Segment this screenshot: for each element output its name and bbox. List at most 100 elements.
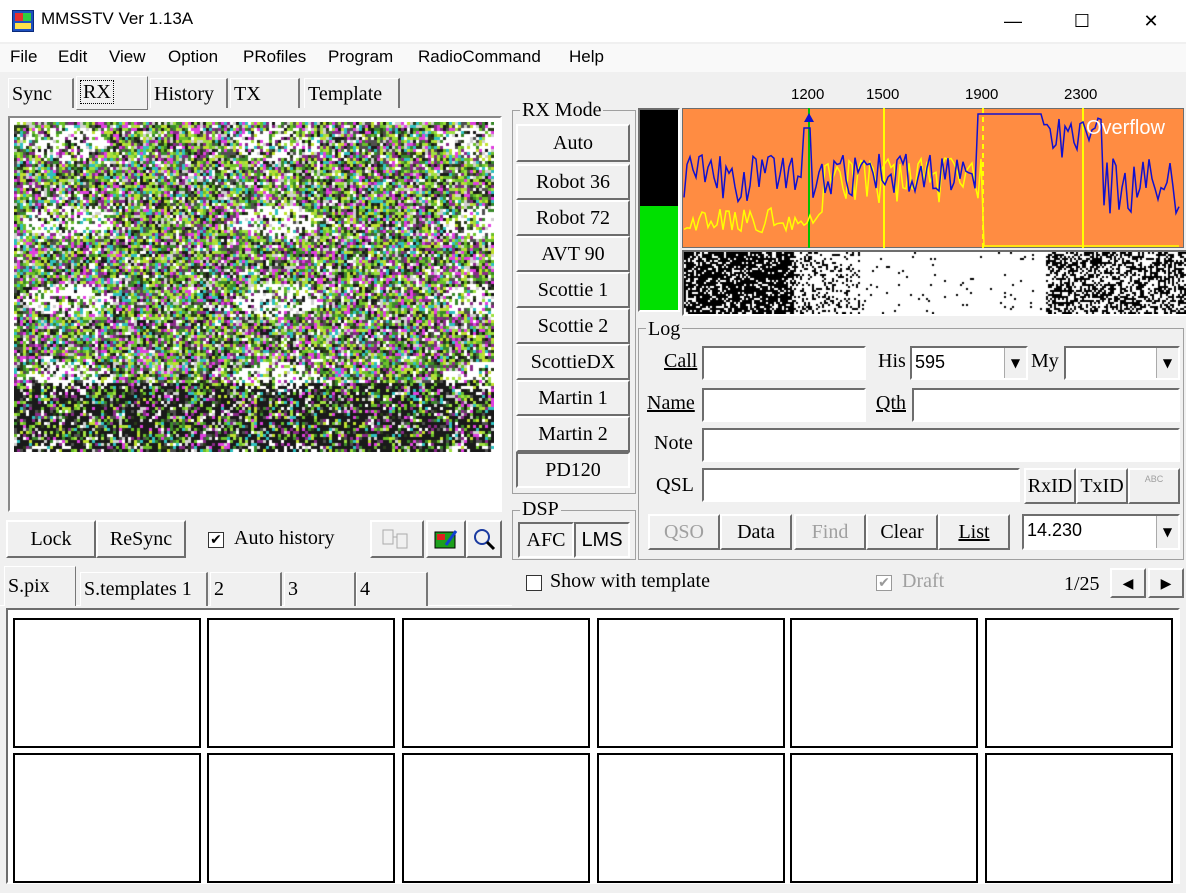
- thumbnail-slot[interactable]: [402, 618, 590, 748]
- qso-button[interactable]: QSO: [648, 514, 720, 550]
- data-button[interactable]: Data: [720, 514, 792, 550]
- zoom-button[interactable]: [466, 520, 502, 558]
- mode-scottiedx-button[interactable]: ScottieDX: [516, 344, 630, 380]
- thumbnail-slot[interactable]: [985, 618, 1173, 748]
- thumbnail-slot[interactable]: [790, 618, 978, 748]
- his-dropdown-icon[interactable]: ▼: [1004, 348, 1026, 378]
- list-button[interactable]: List: [938, 514, 1010, 550]
- mode-martin-2-button[interactable]: Martin 2: [516, 416, 630, 452]
- tab-sync[interactable]: Sync: [8, 78, 74, 108]
- menu-bar: File Edit View Option PRofiles Program R…: [0, 44, 1186, 72]
- mode-robot-72-button[interactable]: Robot 72: [516, 200, 630, 236]
- qth-field[interactable]: [912, 388, 1180, 422]
- mode-pd120-button[interactable]: PD120: [516, 452, 630, 488]
- mode-scottie-2-button[interactable]: Scottie 2: [516, 308, 630, 344]
- note-field[interactable]: [702, 428, 1180, 462]
- call-field[interactable]: [702, 346, 866, 380]
- abc-button[interactable]: ABC: [1128, 468, 1180, 504]
- list-button-label: List: [958, 520, 990, 543]
- my-combobox[interactable]: ▼: [1064, 346, 1180, 380]
- mode-auto-button[interactable]: Auto: [516, 124, 630, 162]
- minimize-button[interactable]: —: [978, 0, 1048, 42]
- next-page-button[interactable]: ▶: [1148, 568, 1184, 598]
- menu-file[interactable]: File: [10, 47, 37, 67]
- tab-stemplates-1[interactable]: S.templates 1: [80, 572, 208, 606]
- title-bar: MMSSTV Ver 1.13A — ☐ ✕: [0, 0, 1186, 42]
- tick-1900: 1900: [965, 86, 999, 103]
- txid-button[interactable]: TxID: [1076, 468, 1128, 504]
- spectrum-display[interactable]: Overflow: [682, 108, 1184, 248]
- tab-history[interactable]: History: [150, 78, 228, 108]
- rx-mode-label: RX Mode: [520, 99, 604, 122]
- menu-program[interactable]: Program: [328, 47, 393, 67]
- his-label: His: [878, 350, 906, 372]
- menu-option[interactable]: Option: [168, 47, 218, 67]
- tick-1200: 1200: [791, 86, 825, 103]
- thumbnail-slot[interactable]: [597, 618, 785, 748]
- thumbnail-slot[interactable]: [207, 618, 395, 748]
- my-dropdown-icon[interactable]: ▼: [1156, 348, 1178, 378]
- thumbnail-slot[interactable]: [985, 753, 1173, 883]
- auto-history-checkbox[interactable]: ✔: [208, 532, 224, 548]
- tab-spix[interactable]: S.pix: [4, 566, 76, 606]
- mode-robot-36-button[interactable]: Robot 36: [516, 164, 630, 200]
- resync-button[interactable]: ReSync: [96, 520, 186, 558]
- frequency-combobox[interactable]: 14.230 ▼: [1022, 514, 1180, 550]
- tab-rx[interactable]: RX: [76, 76, 148, 110]
- thumbnail-slot[interactable]: [402, 753, 590, 883]
- close-button[interactable]: ✕: [1116, 0, 1186, 42]
- tab-stemplates-3[interactable]: 3: [284, 572, 356, 606]
- waterfall-display[interactable]: [682, 250, 1186, 316]
- thumbnail-slot[interactable]: [13, 753, 201, 883]
- frequency-dropdown-icon[interactable]: ▼: [1156, 516, 1178, 548]
- level-meter: [638, 108, 680, 312]
- show-with-template-label: Show with template: [550, 570, 710, 592]
- tab-template[interactable]: Template: [304, 78, 400, 108]
- menu-edit[interactable]: Edit: [58, 47, 87, 67]
- qth-label: Qth: [876, 392, 906, 414]
- mode-scottie-1-button[interactable]: Scottie 1: [516, 272, 630, 308]
- prev-page-button[interactable]: ◀: [1110, 568, 1146, 598]
- find-button[interactable]: Find: [794, 514, 866, 550]
- menu-help[interactable]: Help: [569, 47, 604, 67]
- qsl-field[interactable]: [702, 468, 1020, 502]
- abc-button-label: ABC: [1144, 474, 1164, 484]
- image-edit-button[interactable]: [426, 520, 466, 558]
- tab-stemplates-4[interactable]: 4: [356, 572, 428, 606]
- copy-icon: [382, 529, 408, 549]
- mode-martin-1-button[interactable]: Martin 1: [516, 380, 630, 416]
- tab-stemplates-2[interactable]: 2: [210, 572, 282, 606]
- mode-avt-90-button[interactable]: AVT 90: [516, 236, 630, 272]
- draft-checkbox[interactable]: ✔: [876, 575, 892, 591]
- app-icon: [12, 10, 34, 32]
- rxid-button[interactable]: RxID: [1024, 468, 1076, 504]
- name-label-text: Name: [647, 392, 695, 414]
- tick-2300: 2300: [1064, 86, 1098, 103]
- image-edit-icon: [434, 530, 458, 549]
- level-meter-fill: [640, 206, 678, 310]
- thumbnail-slot[interactable]: [597, 753, 785, 883]
- frequency-value: 14.230: [1027, 520, 1083, 540]
- menu-radiocommand[interactable]: RadioCommand: [418, 47, 541, 67]
- show-with-template-checkbox[interactable]: [526, 575, 542, 591]
- lock-button[interactable]: Lock: [6, 520, 96, 558]
- tab-tx[interactable]: TX: [230, 78, 300, 108]
- menu-view[interactable]: View: [109, 47, 146, 67]
- thumbnail-slot[interactable]: [790, 753, 978, 883]
- overflow-indicator: Overflow: [1086, 117, 1165, 139]
- magnifier-icon: [474, 529, 496, 551]
- menu-profiles[interactable]: PRofiles: [243, 47, 306, 67]
- clear-button[interactable]: Clear: [866, 514, 938, 550]
- qsl-label: QSL: [656, 474, 694, 496]
- copy-to-history-button[interactable]: [370, 520, 424, 558]
- draft-label: Draft: [902, 570, 945, 592]
- thumbnail-slot[interactable]: [13, 618, 201, 748]
- call-label: Call: [664, 350, 698, 372]
- name-field[interactable]: [702, 388, 866, 422]
- his-combobox[interactable]: 595 ▼: [910, 346, 1028, 380]
- maximize-button[interactable]: ☐: [1047, 0, 1117, 42]
- rx-noise-image: [14, 122, 494, 452]
- thumbnail-slot[interactable]: [207, 753, 395, 883]
- afc-button[interactable]: AFC: [518, 522, 574, 558]
- lms-button[interactable]: LMS: [574, 522, 630, 558]
